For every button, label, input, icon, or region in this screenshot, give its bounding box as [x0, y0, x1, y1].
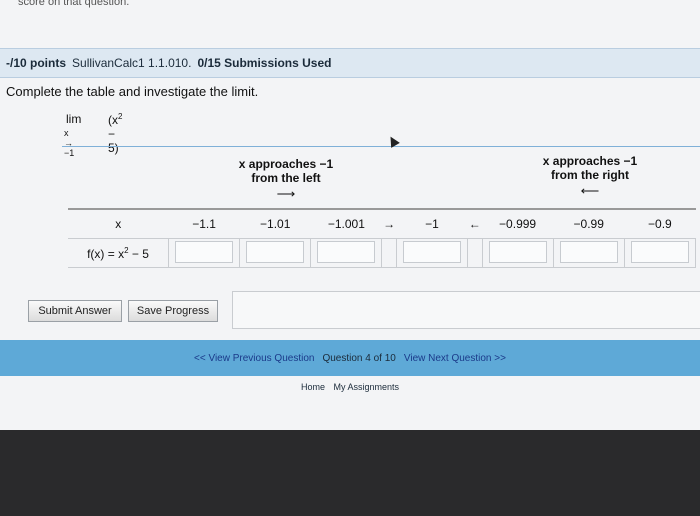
x-value: −1: [396, 208, 468, 239]
footer-links: Home My Assignments: [0, 376, 700, 392]
left-arrow-icon: ⟵: [580, 183, 600, 198]
x-value: −1.01: [239, 208, 311, 239]
divider-line: [62, 146, 700, 147]
home-link[interactable]: Home: [301, 382, 325, 392]
fx-input-7[interactable]: [630, 240, 689, 263]
webassign-screen: score on that question. -/10 points Sull…: [0, 0, 700, 430]
fx-cell: [552, 238, 625, 268]
lim-expr-rest: − 5): [108, 127, 119, 155]
x-value: −0.999: [482, 208, 554, 239]
lim-label: lim: [66, 112, 82, 126]
lim-subscript: x → −1: [64, 128, 75, 158]
question-nav-bar: << View Previous Question Question 4 of …: [0, 340, 700, 376]
fx-cell: [481, 238, 554, 268]
fx-cell: [239, 238, 312, 268]
top-strip-text: score on that question.: [18, 0, 130, 8]
approach-right-line2: from the right: [551, 168, 629, 182]
x-row-label: x: [68, 208, 169, 239]
approach-right-line1: x approaches −1: [542, 154, 638, 168]
fx-input-6[interactable]: [559, 240, 618, 263]
previous-question-link[interactable]: << View Previous Question: [194, 353, 314, 364]
next-question-link[interactable]: View Next Question >>: [404, 353, 506, 364]
points-label: -/10 points: [6, 56, 67, 70]
lim-expr-exponent: 2: [118, 112, 123, 121]
fx-input-1[interactable]: [175, 240, 234, 263]
x-value: −1.1: [168, 208, 240, 239]
feedback-box: [232, 291, 700, 329]
fx-cell: [167, 238, 241, 268]
fx-row-label: f(x) = x2 − 5: [68, 238, 169, 268]
fx-input-4[interactable]: [402, 240, 461, 263]
approach-right-label: x approaches −1 from the right ⟵: [530, 154, 650, 198]
fx-cell: [395, 238, 469, 268]
my-assignments-link[interactable]: My Assignments: [334, 382, 400, 392]
save-progress-button[interactable]: Save Progress: [128, 300, 218, 322]
fx-cell: [310, 238, 383, 268]
approach-left-line2: from the left: [251, 171, 321, 185]
approach-left-label: x approaches −1 from the left ⟶: [226, 157, 346, 201]
x-value: −0.9: [624, 208, 696, 239]
approach-left-line1: x approaches −1: [238, 157, 334, 171]
fx-label-base: f(x) = x: [87, 246, 125, 261]
submit-answer-button[interactable]: Submit Answer: [28, 300, 122, 322]
x-arrow-right: →: [381, 208, 397, 239]
question-id: SullivanCalc1 1.1.010.: [72, 56, 192, 70]
x-value: −0.99: [553, 208, 625, 239]
fx-input-2[interactable]: [246, 240, 305, 263]
question-header: -/10 points SullivanCalc1 1.1.010. 0/15 …: [0, 48, 700, 78]
values-table: x −1.1 −1.01 −1.001 → −1 ← −0.999 −0.99 …: [68, 208, 697, 268]
question-prompt: Complete the table and investigate the l…: [6, 84, 259, 99]
question-position: Question 4 of 10: [322, 352, 396, 364]
lim-expr-base: (x: [108, 113, 118, 127]
submissions-used: 0/15 Submissions Used: [197, 56, 332, 70]
fx-cell-empty: [381, 238, 397, 268]
fx-row: f(x) = x2 − 5: [68, 238, 697, 268]
lim-function: (x2 − 5): [108, 112, 122, 155]
right-arrow-icon: ⟶: [276, 186, 296, 201]
fx-input-5[interactable]: [488, 240, 547, 263]
x-row: x −1.1 −1.01 −1.001 → −1 ← −0.999 −0.99 …: [68, 208, 696, 239]
fx-input-3[interactable]: [317, 240, 376, 263]
fx-label-rest: − 5: [128, 246, 149, 261]
x-arrow-left: ←: [467, 208, 482, 239]
fx-cell: [623, 238, 697, 268]
fx-cell-empty: [467, 238, 483, 268]
x-value: −1.001: [310, 208, 382, 239]
